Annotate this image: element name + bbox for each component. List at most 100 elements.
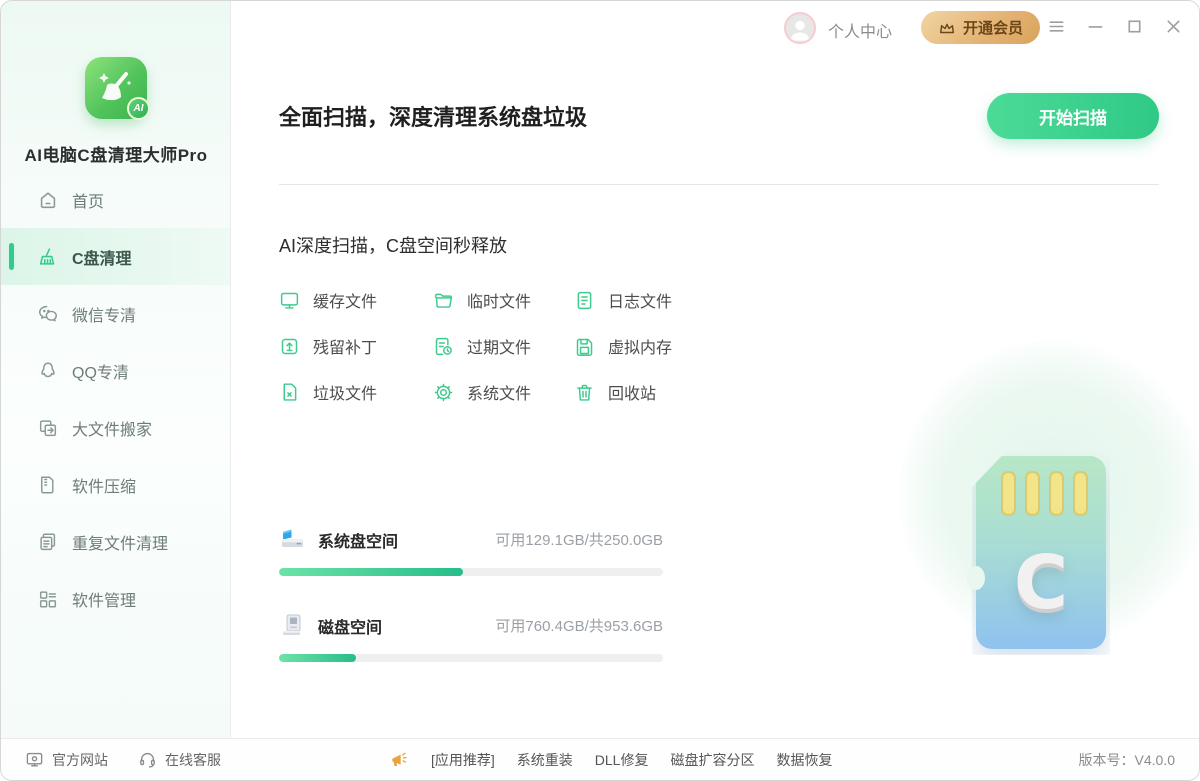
promo-link-data-recovery[interactable]: 数据恢复 [776,750,832,770]
version-label: 版本号：V4.0.0 [1079,750,1175,770]
online-support-link[interactable]: 在线客服 [138,750,221,770]
scan-item-recycle-bin: 回收站 [574,380,759,404]
promo-link-disk-partition[interactable]: 磁盘扩容分区 [670,750,754,770]
website-icon [25,750,44,769]
sidebar-item-label: 首页 [72,188,104,212]
footer-link-label: 官方网站 [52,750,108,770]
sidebar-item-c-drive-clean[interactable]: C盘清理 [1,228,230,285]
sidebar-item-duplicate-file-clean[interactable]: 重复文件清理 [1,513,230,570]
scan-item-label: 临时文件 [467,288,531,312]
sidebar-item-qq-clean[interactable]: QQ专清 [1,342,230,399]
open-vip-button[interactable]: 开通会员 [921,11,1040,44]
sidebar-item-label: QQ专清 [72,359,129,383]
patch-icon [279,336,300,357]
promo-link-dll-repair[interactable]: DLL修复 [595,750,649,770]
scan-item-temp: 临时文件 [433,288,574,312]
footer: 官方网站 在线客服 [应用推荐] 系统重装 DLL修复 磁盘扩容分区 数据恢复 … [1,738,1199,780]
scan-item-junk: 垃圾文件 [279,380,433,404]
qq-icon [37,360,59,382]
sidebar-item-software-manage[interactable]: 软件管理 [1,570,230,627]
start-scan-button[interactable]: 开始扫描 [987,93,1159,139]
total-disk-progress-fill [279,654,356,662]
scan-item-label: 虚拟内存 [608,334,672,358]
scan-subtitle: AI深度扫描，C盘空间秒释放 [279,232,1159,258]
total-disk-row: 磁盘空间 可用760.4GB/共953.6GB [279,612,663,662]
junk-file-icon [279,382,300,403]
home-icon [37,189,59,211]
menu-button[interactable] [1044,14,1068,38]
disk-usage-section: 系统盘空间 可用129.1GB/共250.0GB [279,526,663,662]
main-area: 个人中心 开通会员 [231,1,1199,738]
headset-icon [138,750,157,769]
scan-item-label: 日志文件 [608,288,672,312]
broom-icon [37,246,59,268]
compress-icon [37,474,59,496]
scan-items-grid: 缓存文件 临时文件 日志文件 残留补丁 过期文件 [279,288,759,404]
scan-item-log: 日志文件 [574,288,759,312]
ai-badge: AI [127,97,150,120]
scan-item-virtual-memory: 虚拟内存 [574,334,759,358]
hamburger-icon [1047,17,1066,36]
app-manage-icon [37,588,59,610]
scan-item-expired: 过期文件 [433,334,574,358]
close-button[interactable] [1161,14,1185,38]
divider [279,184,1159,185]
promo-link-system-reinstall[interactable]: 系统重装 [517,750,573,770]
trash-icon [574,382,595,403]
duplicate-files-icon [37,531,59,553]
sidebar-item-big-file-move[interactable]: 大文件搬家 [1,399,230,456]
disk-detail: 可用129.1GB/共250.0GB [495,529,663,550]
footer-link-label: 在线客服 [165,750,221,770]
system-disk-progressbar [279,568,663,576]
sidebar-item-label: 软件管理 [72,587,136,611]
log-file-icon [574,290,595,311]
sidebar-item-home[interactable]: 首页 [1,171,230,228]
open-vip-label: 开通会员 [963,17,1023,38]
sidebar-item-label: C盘清理 [72,245,132,269]
profile-center-link[interactable]: 个人中心 [828,18,892,42]
disk-name: 磁盘空间 [318,614,382,638]
file-move-icon [37,417,59,439]
official-website-link[interactable]: 官方网站 [25,750,108,770]
scan-item-label: 缓存文件 [313,288,377,312]
content: 全面扫描，深度清理系统盘垃圾 开始扫描 AI深度扫描，C盘空间秒释放 缓存文件 … [231,51,1199,662]
minimize-button[interactable] [1083,14,1107,38]
sidebar-item-label: 软件压缩 [72,473,136,497]
disk-name: 系统盘空间 [318,528,398,552]
topbar: 个人中心 开通会员 [231,1,1199,51]
scan-item-label: 回收站 [608,380,656,404]
sidebar-item-label: 大文件搬家 [72,416,152,440]
sidebar-nav: 首页 C盘清理 微信专清 QQ专清 [1,171,230,627]
total-disk-progressbar [279,654,663,662]
scan-item-label: 残留补丁 [313,334,377,358]
disk-icon [279,612,306,639]
system-disk-row: 系统盘空间 可用129.1GB/共250.0GB [279,526,663,576]
sidebar-item-wechat-clean[interactable]: 微信专清 [1,285,230,342]
person-icon [786,15,814,43]
wechat-icon [37,303,59,325]
scan-item-cache: 缓存文件 [279,288,433,312]
minimize-icon [1086,17,1105,36]
avatar[interactable] [784,12,816,44]
page-title: 全面扫描，深度清理系统盘垃圾 [279,100,587,132]
sidebar: AI AI电脑C盘清理大师Pro 首页 C盘清理 [1,1,231,738]
sidebar-item-software-compress[interactable]: 软件压缩 [1,456,230,513]
sidebar-item-label: 微信专清 [72,302,136,326]
maximize-button[interactable] [1122,14,1146,38]
window-controls [1044,14,1185,38]
folder-icon [433,290,454,311]
gear-icon [433,382,454,403]
floppy-icon [574,336,595,357]
system-disk-icon [279,526,306,553]
app-name: AI电脑C盘清理大师Pro [1,141,231,166]
scan-item-patch: 残留补丁 [279,334,433,358]
app-logo: AI [85,57,147,119]
scan-item-label: 垃圾文件 [313,380,377,404]
promo-bar: [应用推荐] 系统重装 DLL修复 磁盘扩容分区 数据恢复 [389,750,832,770]
promo-tag: [应用推荐] [431,750,495,770]
megaphone-icon [389,750,409,770]
expired-file-icon [433,336,454,357]
app-window: AI AI电脑C盘清理大师Pro 首页 C盘清理 [0,0,1200,781]
scan-item-label: 系统文件 [467,380,531,404]
crown-icon [938,20,956,36]
